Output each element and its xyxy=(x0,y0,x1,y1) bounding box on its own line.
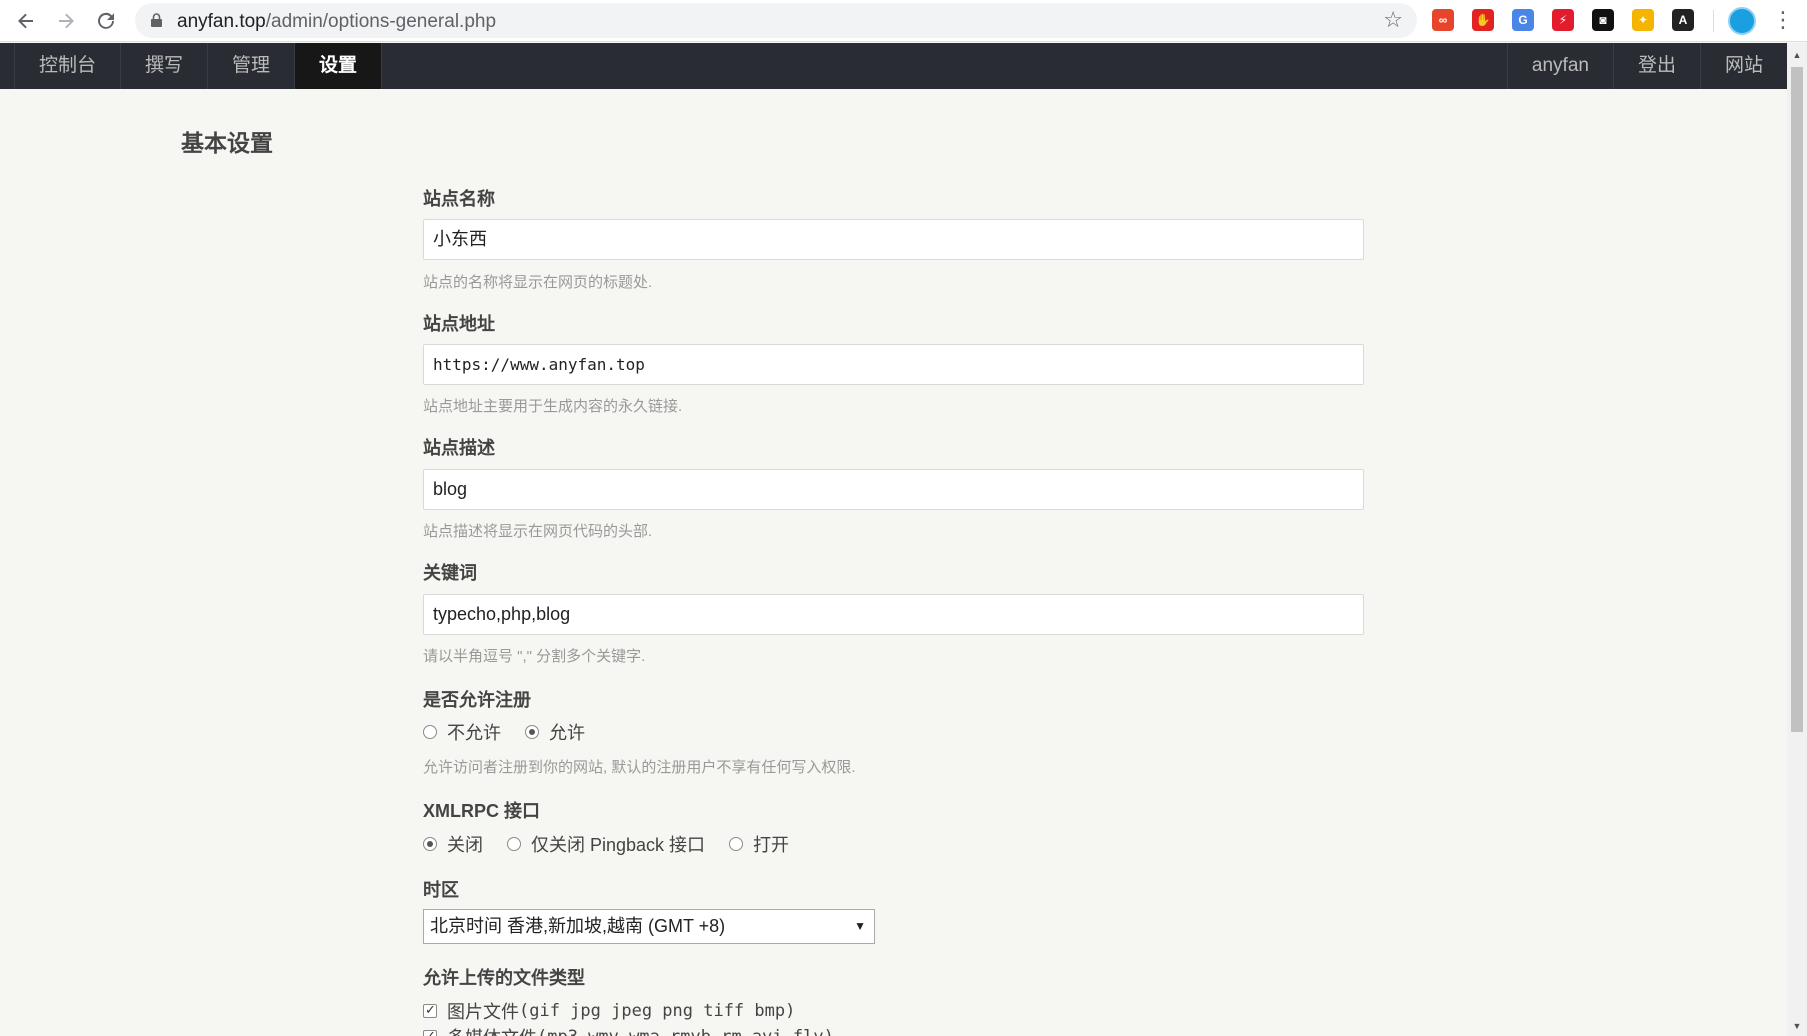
reload-icon[interactable] xyxy=(92,7,120,35)
nav-site[interactable]: 网站 xyxy=(1699,43,1787,89)
xmlrpc-no-pingback-label[interactable]: 仅关闭 Pingback 接口 xyxy=(531,831,705,857)
site-url-label: 站点地址 xyxy=(423,314,495,334)
xmlrpc-on-label[interactable]: 打开 xyxy=(753,831,789,857)
forward-icon[interactable] xyxy=(52,7,80,35)
keywords-input[interactable]: typecho,php,blog xyxy=(423,594,1364,635)
allow-register-options: 不允许 允许 xyxy=(423,719,609,745)
lock-icon xyxy=(151,13,162,27)
upload-type-media: 多媒体文件 (mp3 wmv wma rmvb rm avi flv) xyxy=(423,1024,834,1036)
xmlrpc-options: 关闭 仅关闭 Pingback 接口 打开 xyxy=(423,831,813,857)
admin-nav-left: 控制台 撰写 管理 设置 xyxy=(14,43,383,89)
keywords-description: 请以半角逗号 "," 分割多个关键字. xyxy=(423,648,646,665)
upload-images-checkbox[interactable] xyxy=(423,1002,437,1018)
admin-nav-right: anyfan 登出 网站 xyxy=(1506,43,1787,89)
nav-settings[interactable]: 设置 xyxy=(295,43,383,89)
bookmark-star-icon[interactable]: ☆ xyxy=(1383,7,1403,33)
dark-extension-icon[interactable]: A xyxy=(1672,9,1694,31)
address-bar[interactable]: anyfan.top/admin/options-general.php ☆ xyxy=(135,3,1417,38)
timezone-select[interactable]: 北京时间 香港,新加坡,越南 (GMT +8) ▼ xyxy=(423,909,875,944)
xmlrpc-no-pingback-radio[interactable] xyxy=(507,837,521,851)
register-allow-radio[interactable] xyxy=(525,725,539,739)
site-url-input[interactable]: https://www.anyfan.top xyxy=(423,344,1364,385)
site-description-help: 站点描述将显示在网页代码的头部. xyxy=(423,523,653,540)
allow-register-label: 是否允许注册 xyxy=(423,690,531,710)
admin-navbar: 控制台 撰写 管理 设置 anyfan 登出 网站 xyxy=(0,43,1787,89)
site-name-description: 站点的名称将显示在网页的标题处. xyxy=(423,274,653,291)
timezone-label: 时区 xyxy=(423,880,459,900)
allow-register-description: 允许访问者注册到你的网站, 默认的注册用户不享有任何写入权限. xyxy=(423,759,856,776)
toolbar-separator xyxy=(1713,10,1714,32)
dropdown-arrow-icon: ▼ xyxy=(854,919,866,933)
upload-media-name[interactable]: 多媒体文件 xyxy=(447,1024,537,1036)
browser-toolbar: anyfan.top/admin/options-general.php ☆ ∞… xyxy=(0,0,1807,42)
site-description-input[interactable]: blog xyxy=(423,469,1364,510)
xmlrpc-on-radio[interactable] xyxy=(729,837,744,851)
keywords-label: 关键词 xyxy=(423,563,477,583)
translate-extension-icon[interactable]: G xyxy=(1512,9,1534,31)
page-scrollbar[interactable]: ▲ ▼ xyxy=(1787,43,1807,1036)
adblock-extension-icon[interactable]: ✋ xyxy=(1472,9,1494,31)
browser-menu-icon[interactable]: ⋮ xyxy=(1772,6,1794,34)
site-name-label: 站点名称 xyxy=(423,189,495,209)
profile-avatar[interactable] xyxy=(1728,7,1756,35)
mask-extension-icon[interactable]: ◙ xyxy=(1592,9,1614,31)
site-description-label: 站点描述 xyxy=(423,438,495,458)
scroll-thumb[interactable] xyxy=(1791,67,1803,732)
xmlrpc-label: XMLRPC 接口 xyxy=(423,801,540,821)
upload-images-name[interactable]: 图片文件 xyxy=(447,998,519,1024)
nav-dashboard[interactable]: 控制台 xyxy=(14,43,122,89)
upload-media-ext: (mp3 wmv wma rmvb rm avi flv) xyxy=(537,1027,834,1036)
nav-user[interactable]: anyfan xyxy=(1506,43,1613,89)
url-text: anyfan.top/admin/options-general.php xyxy=(177,11,497,32)
xmlrpc-off-radio[interactable] xyxy=(423,837,437,851)
register-deny-label[interactable]: 不允许 xyxy=(447,719,501,745)
register-deny-radio[interactable] xyxy=(423,725,437,739)
page-title: 基本设置 xyxy=(181,130,273,156)
xmlrpc-off-label[interactable]: 关闭 xyxy=(447,831,483,857)
scroll-up-icon[interactable]: ▲ xyxy=(1791,49,1803,61)
upload-images-ext: (gif jpg jpeg png tiff bmp) xyxy=(519,1001,796,1021)
register-allow-label[interactable]: 允许 xyxy=(549,719,585,745)
scroll-down-icon[interactable]: ▼ xyxy=(1791,1020,1803,1032)
site-name-input[interactable]: 小东西 xyxy=(423,219,1364,260)
timezone-value: 北京时间 香港,新加坡,越南 (GMT +8) xyxy=(430,916,726,936)
nav-write[interactable]: 撰写 xyxy=(121,43,209,89)
pinwheel-extension-icon[interactable]: ✦ xyxy=(1632,9,1654,31)
speed-extension-icon[interactable]: ⚡ xyxy=(1552,9,1574,31)
upload-types-label: 允许上传的文件类型 xyxy=(423,968,585,988)
upload-media-checkbox[interactable] xyxy=(423,1028,437,1036)
nav-logout[interactable]: 登出 xyxy=(1612,43,1700,89)
nav-manage[interactable]: 管理 xyxy=(208,43,296,89)
upload-type-images: 图片文件 (gif jpg jpeg png tiff bmp) xyxy=(423,998,795,1024)
site-url-description: 站点地址主要用于生成内容的永久链接. xyxy=(423,398,683,415)
infinity-extension-icon[interactable]: ∞ xyxy=(1432,9,1454,31)
back-icon[interactable] xyxy=(12,7,40,35)
